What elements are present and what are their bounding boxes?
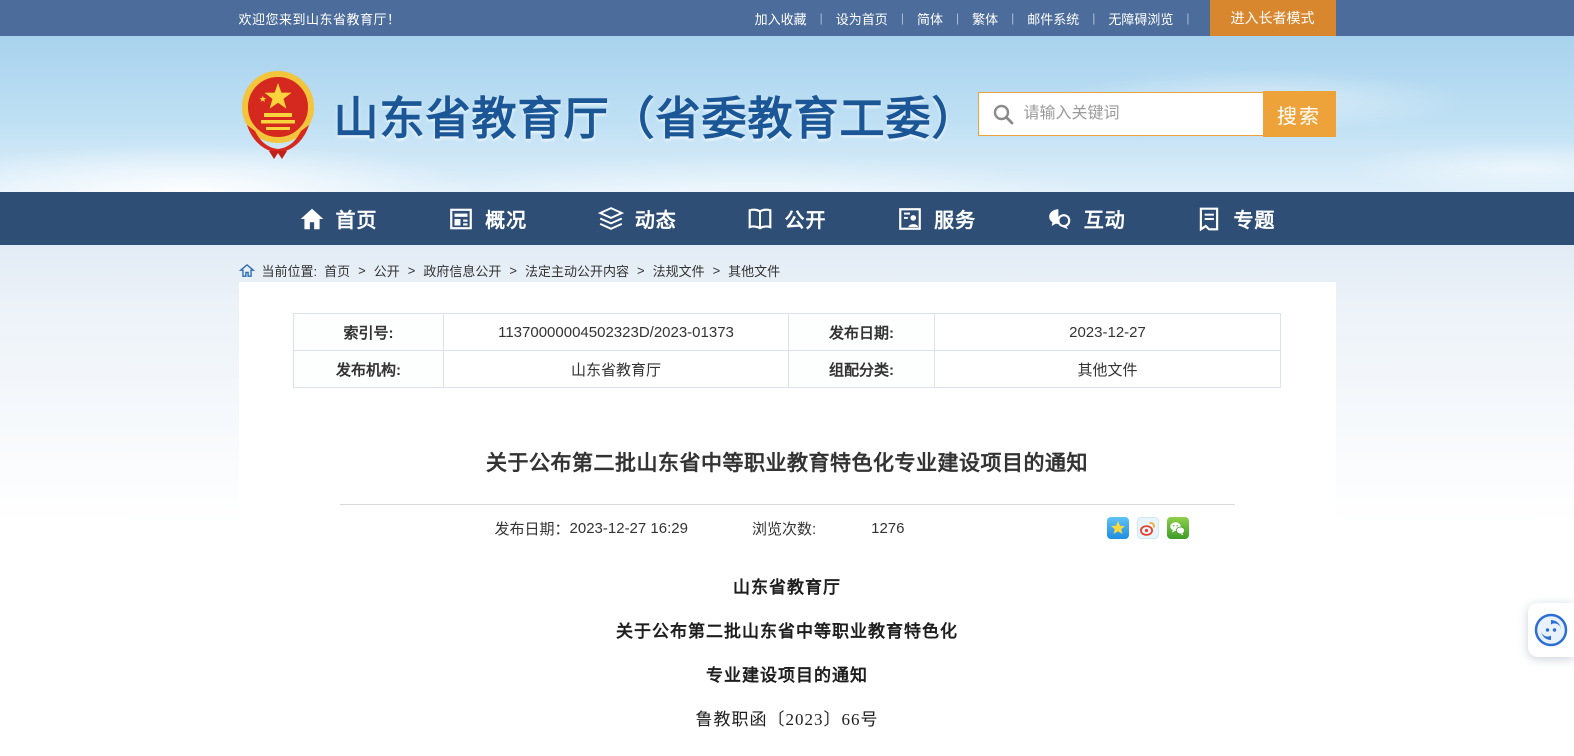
- nav-item-services[interactable]: 服务: [897, 204, 976, 233]
- nav-item-interaction[interactable]: 互动: [1047, 204, 1126, 233]
- top-bar-links: 加入收藏 | 设为首页 | 简体 | 繁体 | 邮件系统 | 无障碍浏览 | 进…: [755, 0, 1336, 36]
- breadcrumb-separator: >: [408, 263, 416, 278]
- separator: |: [1186, 11, 1189, 25]
- article-title: 关于公布第二批山东省中等职业教育特色化专业建设项目的通知: [239, 447, 1336, 477]
- publish-date-meta-value: 2023-12-27 16:29: [570, 520, 688, 537]
- issuing-agency-value: 山东省教育厅: [444, 351, 789, 388]
- views-label: 浏览次数:: [752, 518, 816, 539]
- site-title: 山东省教育厅（省委教育工委）: [334, 82, 978, 147]
- search-icon: [992, 103, 1014, 125]
- article-body-line: 关于公布第二批山东省中等职业教育特色化: [239, 623, 1336, 640]
- breadcrumb-item-disclosure[interactable]: 公开: [374, 261, 400, 280]
- article-body-line: 专业建设项目的通知: [239, 667, 1336, 684]
- nav-item-disclosure[interactable]: 公开: [747, 204, 826, 233]
- page-body: 当前位置: 首页 > 公开 > 政府信息公开 > 法定主动公开内容 > 法规文件…: [0, 245, 1574, 756]
- topics-file-icon: [1196, 206, 1222, 232]
- home-icon: [299, 206, 325, 232]
- content-panel: 索引号: 11370000004502323D/2023-01373 发布日期:…: [239, 282, 1336, 744]
- qzone-share-icon[interactable]: [1107, 517, 1129, 539]
- views-count: 1276: [871, 520, 904, 537]
- nav-label: 概况: [485, 204, 527, 233]
- nav-label: 公开: [784, 204, 826, 233]
- top-link-add-favorite[interactable]: 加入收藏: [755, 9, 807, 28]
- category-value: 其他文件: [935, 351, 1281, 388]
- breadcrumb-item-other-files[interactable]: 其他文件: [728, 261, 780, 280]
- share-buttons: [1107, 517, 1189, 539]
- service-card-icon: [897, 206, 923, 232]
- weibo-share-icon[interactable]: [1137, 517, 1159, 539]
- separator: |: [1092, 11, 1095, 25]
- top-link-mail-system[interactable]: 邮件系统: [1027, 9, 1079, 28]
- breadcrumb-separator: >: [358, 263, 366, 278]
- breadcrumb: 当前位置: 首页 > 公开 > 政府信息公开 > 法定主动公开内容 > 法规文件…: [239, 245, 1336, 277]
- article-meta-row: 发布日期： 2023-12-27 16:29 浏览次数: 1276: [340, 504, 1235, 539]
- breadcrumb-prefix: 当前位置:: [262, 261, 318, 280]
- breadcrumb-separator: >: [637, 263, 645, 278]
- search-button[interactable]: 搜索: [1263, 91, 1336, 137]
- breadcrumb-home-icon: [239, 263, 255, 278]
- publish-date-value: 2023-12-27: [935, 314, 1281, 351]
- document-info-table: 索引号: 11370000004502323D/2023-01373 发布日期:…: [293, 313, 1281, 388]
- nav-label: 专题: [1233, 204, 1275, 233]
- search-input[interactable]: [1024, 95, 1263, 133]
- national-emblem-icon: [239, 69, 317, 159]
- article-body-line: 鲁教职函〔2023〕66号: [239, 711, 1336, 728]
- breadcrumb-item-statutory[interactable]: 法定主动公开内容: [525, 261, 629, 280]
- open-book-icon: [747, 206, 773, 232]
- nav-label: 首页: [336, 204, 378, 233]
- breadcrumb-separator: >: [713, 263, 721, 278]
- site-header: 山东省教育厅（省委教育工委） 搜索: [0, 36, 1574, 192]
- news-stack-icon: [598, 206, 624, 232]
- nav-item-topics[interactable]: 专题: [1196, 204, 1275, 233]
- chat-bubbles-icon: [1047, 206, 1073, 232]
- separator: |: [901, 11, 904, 25]
- search-box: 搜索: [978, 92, 1336, 136]
- breadcrumb-item-gov-info[interactable]: 政府信息公开: [423, 261, 501, 280]
- article-body-line: 山东省教育厅: [239, 579, 1336, 596]
- publish-date-label: 发布日期:: [789, 314, 935, 351]
- breadcrumb-item-home[interactable]: 首页: [324, 261, 350, 280]
- nav-label: 互动: [1084, 204, 1126, 233]
- nav-item-news[interactable]: 动态: [598, 204, 677, 233]
- article-body: 山东省教育厅 关于公布第二批山东省中等职业教育特色化 专业建设项目的通知 鲁教职…: [239, 579, 1336, 728]
- main-nav: 首页 概况 动态 公开: [0, 192, 1574, 245]
- separator: |: [820, 11, 823, 25]
- table-row: 索引号: 11370000004502323D/2023-01373 发布日期:…: [294, 314, 1281, 351]
- issuing-agency-label: 发布机构:: [294, 351, 444, 388]
- separator: |: [1011, 11, 1014, 25]
- breadcrumb-separator: >: [509, 263, 517, 278]
- wechat-share-icon[interactable]: [1167, 517, 1189, 539]
- category-label: 组配分类:: [789, 351, 935, 388]
- breadcrumb-item-regulations[interactable]: 法规文件: [653, 261, 705, 280]
- nav-label: 服务: [934, 204, 976, 233]
- gov-service-badge-icon[interactable]: [1528, 603, 1574, 657]
- top-link-accessibility[interactable]: 无障碍浏览: [1108, 9, 1173, 28]
- top-link-simplified[interactable]: 简体: [917, 9, 943, 28]
- separator: |: [956, 11, 959, 25]
- top-bar: 欢迎您来到山东省教育厅！ 加入收藏 | 设为首页 | 简体 | 繁体 | 邮件系…: [0, 0, 1574, 36]
- overview-icon: [448, 206, 474, 232]
- nav-label: 动态: [635, 204, 677, 233]
- index-number-value: 11370000004502323D/2023-01373: [444, 314, 789, 351]
- nav-item-overview[interactable]: 概况: [448, 204, 527, 233]
- elder-mode-button[interactable]: 进入长者模式: [1210, 0, 1336, 36]
- nav-item-home[interactable]: 首页: [299, 204, 378, 233]
- publish-date-meta-label: 发布日期：: [495, 518, 570, 539]
- top-link-set-homepage[interactable]: 设为首页: [836, 9, 888, 28]
- index-number-label: 索引号:: [294, 314, 444, 351]
- welcome-text: 欢迎您来到山东省教育厅！: [239, 9, 401, 28]
- top-link-traditional[interactable]: 繁体: [972, 9, 998, 28]
- table-row: 发布机构: 山东省教育厅 组配分类: 其他文件: [294, 351, 1281, 388]
